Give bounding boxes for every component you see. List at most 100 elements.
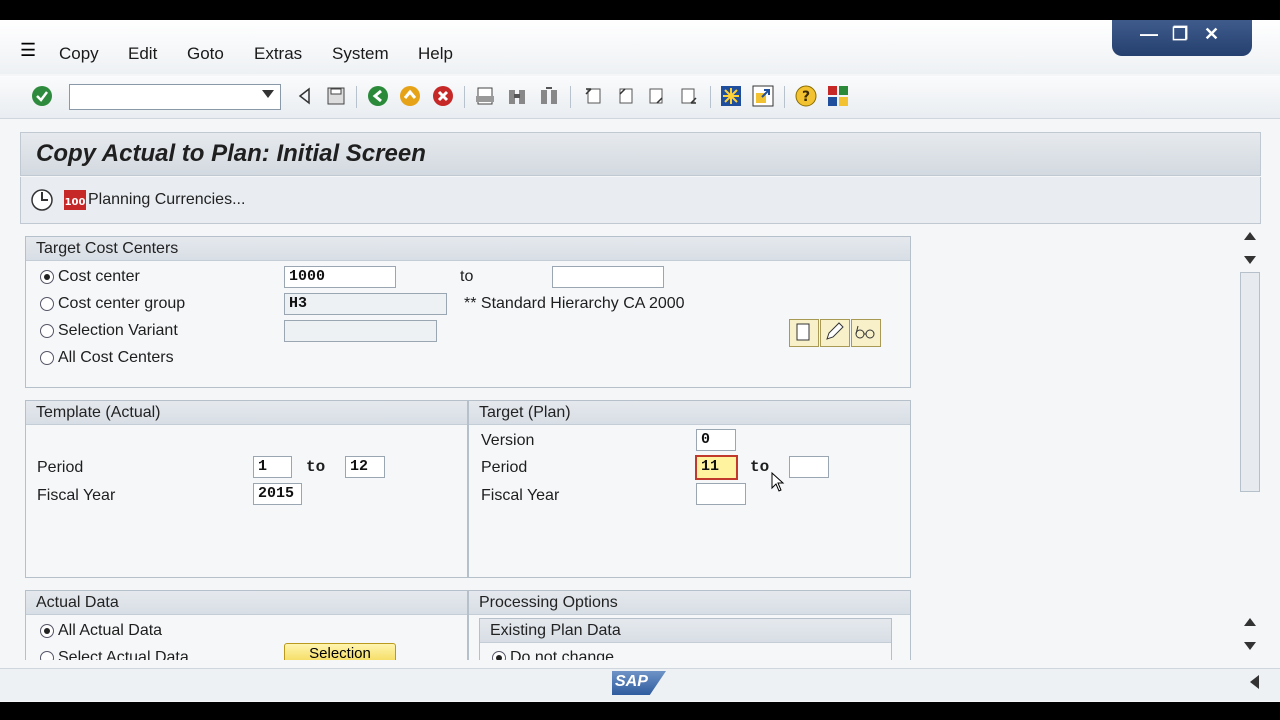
back-icon[interactable]	[367, 84, 389, 108]
version-input[interactable]: 0	[696, 429, 736, 451]
first-page-icon[interactable]	[582, 84, 604, 108]
all-cost-centers-label: All Cost Centers	[58, 349, 174, 366]
toolbar-separator	[356, 86, 357, 108]
target-cost-centers-group: Target Cost Centers Cost center 1000 to …	[25, 236, 911, 388]
menu-edit[interactable]: Edit	[128, 44, 157, 64]
help-icon[interactable]: ?	[795, 84, 817, 108]
fiscal-year-input[interactable]: 2015	[253, 483, 302, 505]
cost-center-group-input[interactable]: H3	[284, 293, 447, 315]
period-from-input[interactable]: 11	[695, 455, 738, 480]
cost-center-label: Cost center	[58, 268, 140, 285]
find-next-icon[interactable]	[538, 84, 560, 108]
print-icon[interactable]	[474, 84, 496, 108]
processing-options-group: Processing Options Existing Plan Data Do…	[468, 590, 911, 660]
create-session-icon[interactable]	[720, 84, 742, 108]
save-icon[interactable]	[325, 84, 347, 108]
pencil-icon	[826, 322, 844, 340]
svg-text:?: ?	[802, 89, 810, 105]
restore-button[interactable]: ❐	[1172, 24, 1188, 45]
scroll-up-icon[interactable]	[1244, 232, 1256, 240]
status-expand-icon[interactable]	[1250, 675, 1259, 689]
cost-center-group-radio[interactable]	[40, 297, 54, 311]
all-actual-data-radio[interactable]	[40, 624, 54, 638]
enter-icon[interactable]	[31, 84, 53, 108]
target-plan-group: Target (Plan) Version 0 Period 11 to Fis…	[468, 400, 911, 578]
scroll-down-icon[interactable]	[1244, 642, 1256, 650]
existing-plan-data-group: Existing Plan Data Do not change	[479, 618, 892, 660]
all-actual-data-label: All Actual Data	[58, 622, 163, 639]
exit-icon[interactable]	[399, 84, 421, 108]
content-area: Target Cost Centers Cost center 1000 to …	[20, 224, 1261, 660]
group-header: Target Cost Centers	[26, 237, 910, 261]
group-header: Actual Data	[26, 591, 467, 615]
template-actual-group: Template (Actual) Period 1 to 12 Fiscal …	[25, 400, 468, 578]
to-label: to	[750, 458, 770, 476]
find-icon[interactable]	[506, 84, 528, 108]
select-actual-data-label: Select Actual Data	[58, 649, 189, 660]
glasses-icon	[855, 325, 875, 339]
last-page-icon[interactable]	[678, 84, 700, 108]
group-header: Template (Actual)	[26, 401, 467, 425]
chevron-down-icon[interactable]	[262, 90, 274, 98]
scroll-page-up-icon[interactable]	[1244, 618, 1256, 626]
menu-system[interactable]: System	[332, 44, 389, 64]
group-description: ** Standard Hierarchy CA 2000	[464, 295, 685, 312]
window-controls: — ❐ ✕	[1112, 20, 1252, 56]
selection-variant-label: Selection Variant	[58, 322, 178, 339]
sap-logo: SAP	[612, 671, 666, 695]
menu-goto[interactable]: Goto	[187, 44, 224, 64]
toolbar-separator	[464, 86, 465, 108]
sap-logo-text: SAP	[615, 673, 648, 690]
select-actual-data-radio[interactable]	[40, 651, 54, 660]
menu-copy[interactable]: Copy	[59, 44, 99, 64]
planning-currencies-button[interactable]: Planning Currencies...	[88, 191, 245, 209]
fiscal-year-input[interactable]	[696, 483, 746, 505]
to-label: to	[306, 458, 326, 476]
selection-variant-radio[interactable]	[40, 324, 54, 338]
group-header: Existing Plan Data	[480, 619, 891, 643]
new-document-icon	[796, 323, 810, 341]
scroll-page-down-icon[interactable]	[1244, 256, 1256, 264]
actual-data-group: Actual Data All Actual Data Select Actua…	[25, 590, 468, 660]
do-not-change-radio[interactable]	[492, 651, 506, 660]
selection-variant-input[interactable]	[284, 320, 437, 342]
previous-page-icon[interactable]	[614, 84, 636, 108]
toolbar-separator	[784, 86, 785, 108]
to-label: to	[460, 268, 474, 285]
mouse-cursor-icon	[771, 471, 785, 492]
fiscal-year-label: Fiscal Year	[37, 487, 116, 504]
period-label: Period	[481, 459, 528, 476]
display-variant-button[interactable]	[851, 319, 881, 347]
status-bar: SAP	[0, 668, 1280, 701]
change-variant-button[interactable]	[820, 319, 850, 347]
menu-icon[interactable]: ☰	[20, 40, 36, 61]
page-title: Copy Actual to Plan: Initial Screen	[36, 140, 426, 167]
close-button[interactable]: ✕	[1204, 24, 1219, 45]
minimize-button[interactable]: —	[1140, 24, 1158, 45]
vertical-scrollbar[interactable]	[1240, 228, 1260, 656]
back-arrow-icon[interactable]	[293, 84, 315, 108]
toolbar-separator	[570, 86, 571, 108]
layout-menu-icon[interactable]	[827, 84, 849, 108]
cost-center-to-input[interactable]	[552, 266, 664, 288]
fiscal-year-label: Fiscal Year	[481, 487, 560, 504]
next-page-icon[interactable]	[646, 84, 668, 108]
menu-help[interactable]: Help	[418, 44, 453, 64]
execute-icon[interactable]	[30, 188, 54, 217]
period-to-input[interactable]: 12	[345, 456, 385, 478]
cost-center-from-input[interactable]: 1000	[284, 266, 396, 288]
selection-button[interactable]: Selection	[284, 643, 396, 660]
create-variant-button[interactable]	[789, 319, 819, 347]
group-header: Target (Plan)	[469, 401, 910, 425]
menu-extras[interactable]: Extras	[254, 44, 302, 64]
period-to-input[interactable]	[789, 456, 829, 478]
svg-text:100: 100	[65, 197, 86, 208]
cancel-icon[interactable]	[432, 84, 454, 108]
cost-center-radio[interactable]	[40, 270, 54, 284]
all-cost-centers-radio[interactable]	[40, 351, 54, 365]
period-from-input[interactable]: 1	[253, 456, 292, 478]
shortcut-icon[interactable]	[752, 84, 774, 108]
command-field[interactable]	[69, 84, 281, 110]
cost-center-group-label: Cost center group	[58, 295, 186, 312]
scroll-thumb[interactable]	[1240, 272, 1260, 492]
